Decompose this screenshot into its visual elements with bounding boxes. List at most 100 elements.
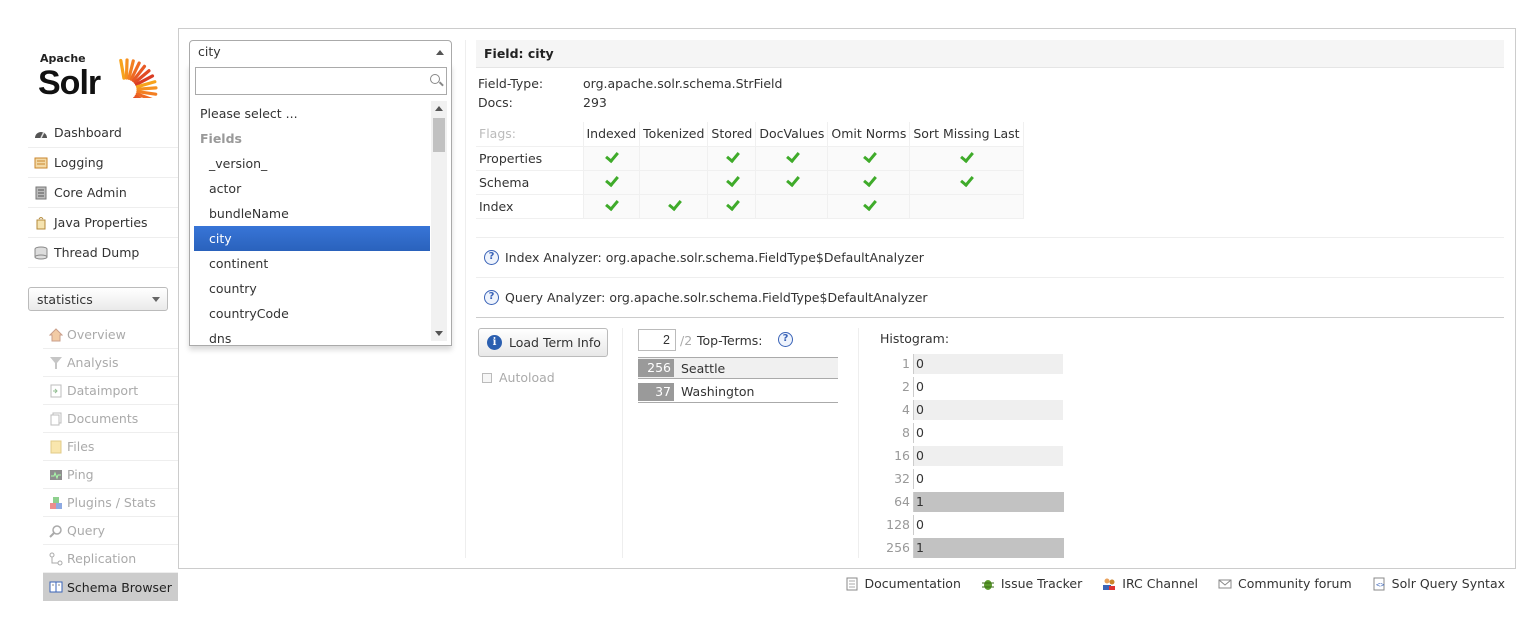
footer-link-documentation[interactable]: Documentation [845, 576, 961, 591]
option-continent[interactable]: continent [194, 251, 430, 276]
scroll-up-icon[interactable] [435, 106, 443, 111]
core-item-label: Documents [67, 411, 139, 426]
option-bundlename[interactable]: bundleName [194, 201, 430, 226]
sidebar-item-dashboard[interactable]: Dashboard [28, 118, 178, 148]
checkmark-icon [862, 151, 876, 163]
core-selector[interactable]: statistics [28, 287, 168, 311]
top-terms-total: /2 [680, 333, 693, 348]
sidebar-item-label: Core Admin [54, 185, 127, 200]
search-icon [430, 74, 440, 84]
field-search-input[interactable] [195, 67, 447, 95]
field-select[interactable]: city [189, 40, 452, 64]
checkmark-icon [862, 199, 876, 211]
scroll-thumb[interactable] [433, 118, 445, 152]
flag-cell [707, 170, 757, 195]
solr-sun-icon [119, 58, 158, 98]
top-term-row[interactable]: 256 Seattle [638, 357, 838, 379]
autoload-checkbox[interactable]: Autoload [482, 370, 555, 385]
index-analyzer-value[interactable]: org.apache.solr.schema.FieldType$Default… [606, 250, 924, 265]
help-icon[interactable]: ? [778, 332, 793, 347]
option-version[interactable]: _version_ [194, 151, 430, 176]
core-item-dataimport[interactable]: Dataimport [43, 377, 178, 405]
core-item-ping[interactable]: Ping [43, 461, 178, 489]
sidebar-item-core-admin[interactable]: Core Admin [28, 178, 178, 208]
divider [465, 40, 466, 558]
flags-row: Index [476, 194, 1024, 219]
core-item-label: Analysis [67, 355, 119, 370]
histogram-bar: 0 [913, 445, 1063, 466]
query-analyzer: ? Query Analyzer: org.apache.solr.schema… [476, 277, 1504, 317]
histogram-key: 16 [894, 448, 910, 463]
core-item-label: Ping [67, 467, 94, 482]
core-item-query[interactable]: Query [43, 517, 178, 545]
core-item-plugins-stats[interactable]: Plugins / Stats [43, 489, 178, 517]
schema-browser-icon [49, 580, 63, 594]
core-item-label: Replication [67, 551, 137, 566]
flags-header-label: Flags: [476, 122, 584, 147]
docs-value: 293 [583, 95, 607, 110]
option-please-select[interactable]: Please select ... [194, 101, 430, 126]
solr-logo[interactable]: Apache Solr [36, 36, 166, 104]
option-city[interactable]: city [194, 226, 430, 251]
main-menu: Dashboard Logging Core Admin Java Proper… [28, 118, 178, 268]
core-item-overview[interactable]: Overview [43, 321, 178, 349]
scroll-down-icon[interactable] [435, 331, 443, 336]
flag-cell [639, 146, 709, 171]
top-terms-label: Top-Terms: [697, 333, 763, 348]
sun-ray [136, 86, 158, 91]
index-analyzer-label: Index Analyzer: [505, 250, 602, 265]
footer-link-solr-query-syntax[interactable]: <> Solr Query Syntax [1372, 576, 1505, 591]
query-analyzer-value[interactable]: org.apache.solr.schema.FieldType$Default… [609, 290, 927, 305]
field-type-label: Field-Type: [478, 76, 544, 91]
sidebar-item-logging[interactable]: Logging [28, 148, 178, 178]
core-item-label: Query [67, 523, 105, 538]
option-country[interactable]: country [194, 276, 430, 301]
option-dns[interactable]: dns [194, 326, 430, 343]
load-term-info-button[interactable]: i Load Term Info [478, 328, 608, 357]
histogram-value: 0 [916, 355, 924, 371]
checkbox-box[interactable] [482, 372, 492, 383]
core-item-analysis[interactable]: Analysis [43, 349, 178, 377]
histogram: 1 0 2 0 4 0 8 0 16 0 32 0 64 1 128 0 256 1 [868, 352, 1068, 559]
top-term-row[interactable]: 37 Washington [638, 381, 838, 403]
footer-link-community-forum[interactable]: Community forum [1218, 576, 1352, 591]
flag-cell [707, 194, 757, 219]
core-item-label: Dataimport [67, 383, 139, 398]
core-item-replication[interactable]: Replication [43, 545, 178, 573]
divider [858, 328, 859, 558]
histogram-bar-fill [914, 491, 1064, 512]
flag-cell [707, 146, 757, 171]
top-terms-count-input[interactable] [638, 329, 676, 351]
flag-cell [639, 194, 709, 219]
flag-cell [755, 194, 829, 219]
dropdown-scrollbar[interactable] [431, 101, 447, 341]
core-item-files[interactable]: Files [43, 433, 178, 461]
flags-row-label: Schema [476, 170, 584, 195]
flags-table: Flags: Indexed Tokenized Stored DocValue… [476, 122, 1024, 219]
histogram-row: 20 [868, 375, 1068, 398]
histogram-row: 256 1 [868, 536, 1068, 559]
core-item-schema-browser[interactable]: Schema Browser [43, 573, 178, 601]
footer-link-issue-tracker[interactable]: Issue Tracker [981, 576, 1082, 591]
histogram-key: 8 [902, 425, 910, 440]
footer-link-irc-channel[interactable]: IRC Channel [1102, 576, 1198, 591]
core-item-label: Plugins / Stats [67, 495, 156, 510]
bug-icon [981, 577, 995, 591]
histogram-key: 128 [886, 517, 910, 532]
histogram-key: 2 [902, 379, 910, 394]
sidebar-item-java-properties[interactable]: Java Properties [28, 208, 178, 238]
docs-label: Docs: [478, 95, 513, 110]
histogram-row: 80 [868, 421, 1068, 444]
histogram-bar-fill [914, 537, 1064, 558]
irc-people-icon [1102, 577, 1116, 591]
help-icon[interactable]: ? [484, 250, 499, 265]
option-actor[interactable]: actor [194, 176, 430, 201]
core-item-documents[interactable]: Documents [43, 405, 178, 433]
sun-ray [124, 58, 129, 80]
sidebar-item-thread-dump[interactable]: Thread Dump [28, 238, 178, 268]
histogram-value: 0 [916, 516, 924, 532]
help-icon[interactable]: ? [484, 290, 499, 305]
option-countrycode[interactable]: countryCode [194, 301, 430, 326]
core-item-label: Overview [67, 327, 126, 342]
histogram-bar: 0 [913, 422, 1063, 443]
